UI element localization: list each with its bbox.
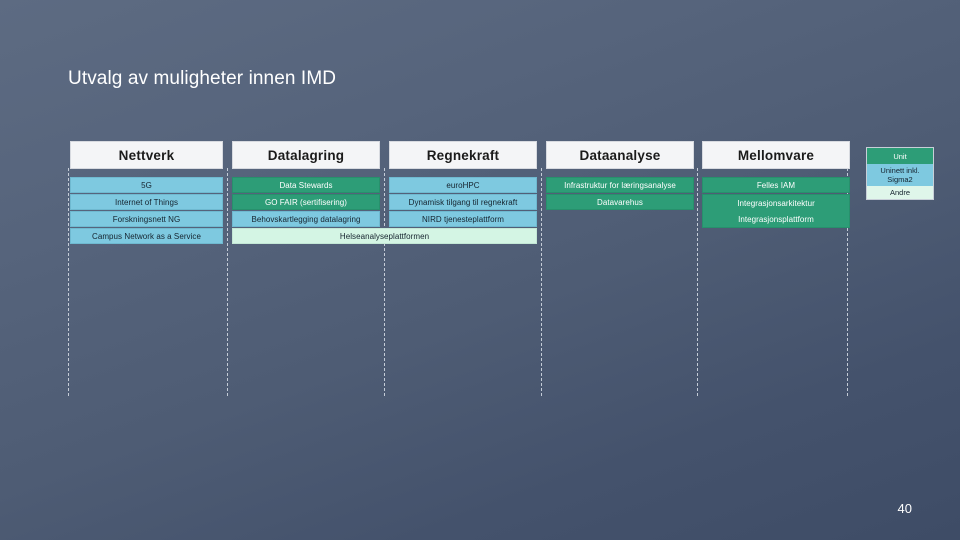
matrix-cell-forskningsnett-ng[interactable]: Forskningsnett NG — [70, 211, 223, 227]
matrix-cell-go-fair-sertifisering[interactable]: GO FAIR (sertifisering) — [232, 194, 380, 210]
legend-item-uninett-sigma2: Uninett inkl. Sigma2 — [867, 164, 933, 186]
matrix-cell-behovskartlegging-datalagring[interactable]: Behovskartlegging datalagring — [232, 211, 380, 227]
column-header-dataanalyse: Dataanalyse — [546, 141, 694, 169]
column-divider-4 — [541, 168, 542, 396]
column-header-regnekraft: Regnekraft — [389, 141, 537, 169]
column-header-nettverk: Nettverk — [70, 141, 223, 169]
matrix-cell-internet-of-things[interactable]: Internet of Things — [70, 194, 223, 210]
column-header-mellomvare: Mellomvare — [702, 141, 850, 169]
column-divider-5 — [697, 168, 698, 396]
legend-item-andre: Andre — [867, 186, 933, 199]
matrix-cell-integrasjonsplattform[interactable]: Integrasjonsplattform — [702, 211, 850, 228]
matrix-cell-nird-tjenesteplattform[interactable]: NIRD tjenesteplattform — [389, 211, 537, 227]
legend-item-unit: Unit — [867, 148, 933, 164]
matrix-cell-helseanalyseplattformen[interactable]: Helseanalyseplattformen — [232, 228, 537, 244]
matrix-cell-integrasjonsarkitektur[interactable]: Integrasjonsarkitektur — [702, 194, 850, 211]
matrix-cell-infrastruktur-for-laeringsanalyse[interactable]: Infrastruktur for læringsanalyse — [546, 177, 694, 193]
column-divider-3 — [384, 168, 385, 396]
matrix-cell-eurohpc[interactable]: euroHPC — [389, 177, 537, 193]
matrix-cell-felles-iam[interactable]: Felles IAM — [702, 177, 850, 193]
matrix-cell-dynamisk-tilgang-til-regnekraft[interactable]: Dynamisk tilgang til regnekraft — [389, 194, 537, 210]
matrix-cell-campus-network-as-a-service[interactable]: Campus Network as a Service — [70, 228, 223, 244]
matrix-cell-5g[interactable]: 5G — [70, 177, 223, 193]
matrix-cell-datavarehus[interactable]: Datavarehus — [546, 194, 694, 210]
page-number: 40 — [897, 501, 912, 516]
column-divider-1 — [68, 168, 69, 396]
column-header-datalagring: Datalagring — [232, 141, 380, 169]
opportunity-matrix: Nettverk Datalagring Regnekraft Dataanal… — [0, 0, 960, 540]
column-divider-2 — [227, 168, 228, 396]
legend: Unit Uninett inkl. Sigma2 Andre — [866, 147, 934, 200]
matrix-cell-data-stewards[interactable]: Data Stewards — [232, 177, 380, 193]
